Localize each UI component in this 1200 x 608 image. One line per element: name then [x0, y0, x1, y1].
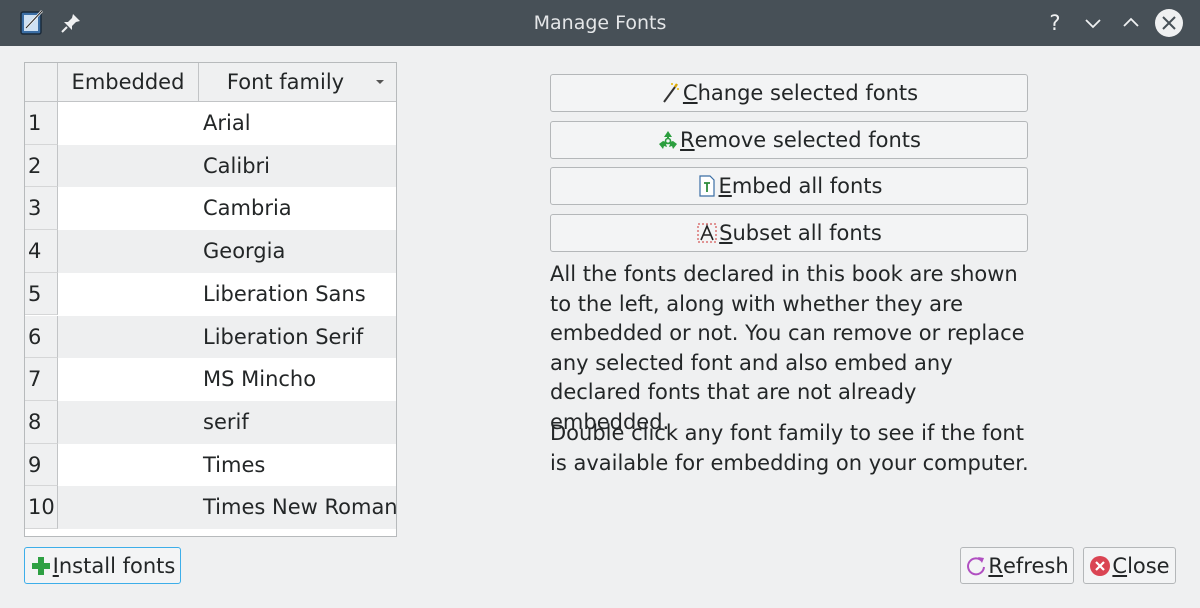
font-family-cell[interactable]: serif [203, 401, 249, 444]
row-number[interactable]: 5 [25, 272, 58, 316]
change-mnemonic: C [682, 81, 698, 105]
close-icon [1162, 16, 1176, 30]
table-row[interactable]: 10 Times New Roman [25, 486, 396, 529]
close-window-button[interactable] [1155, 9, 1183, 37]
description-paragraph-2: Double click any font family to see if t… [550, 421, 1029, 475]
row-number[interactable]: 3 [25, 187, 58, 231]
close-button[interactable]: Close [1083, 547, 1176, 584]
table-row[interactable]: 5 Liberation Sans [25, 272, 396, 316]
close-circle-icon [1089, 554, 1111, 578]
font-family-cell[interactable]: Georgia [203, 230, 285, 273]
refresh-label: efresh [1002, 553, 1069, 578]
embed-all-fonts-button[interactable]: Embed all fonts [550, 167, 1028, 205]
font-file-icon [696, 174, 718, 198]
window-titlebar: Manage Fonts ? [0, 0, 1200, 46]
close-label: lose [1127, 553, 1170, 578]
recycle-icon [657, 128, 679, 152]
fonts-table[interactable]: Embedded Font family 1 Arial 2 Calibri 3… [24, 62, 397, 537]
help-button[interactable]: ? [1040, 8, 1070, 38]
window-title: Manage Fonts [533, 12, 667, 34]
table-row[interactable]: 8 serif [25, 400, 396, 444]
row-number[interactable]: 4 [25, 230, 58, 273]
description-paragraph-1: All the fonts declared in this book are … [550, 262, 1025, 434]
embed-mnemonic: E [718, 174, 732, 198]
row-number[interactable]: 8 [25, 400, 58, 444]
font-family-cell[interactable]: Times New Roman [203, 486, 396, 529]
table-row[interactable]: 2 Calibri [25, 144, 396, 188]
subset-label: ubset all fonts [732, 221, 882, 245]
remove-label: emove selected fonts [694, 128, 921, 152]
change-label: hange selected fonts [697, 81, 919, 105]
remove-selected-fonts-button[interactable]: Remove selected fonts [550, 121, 1028, 159]
font-family-cell[interactable]: Times [203, 444, 265, 487]
table-row[interactable]: 9 Times [25, 443, 396, 487]
chevron-down-icon [1085, 19, 1101, 29]
row-number[interactable]: 1 [25, 102, 58, 145]
column-header-embedded[interactable]: Embedded [58, 63, 199, 102]
refresh-button[interactable]: Refresh [960, 547, 1074, 584]
row-number[interactable]: 2 [25, 144, 58, 188]
table-header: Embedded Font family [25, 63, 396, 102]
plus-icon [30, 554, 52, 578]
minimize-button[interactable] [1078, 8, 1108, 38]
refresh-mnemonic: R [988, 553, 1003, 578]
row-number[interactable]: 7 [25, 358, 58, 401]
install-label: nstall fonts [58, 553, 176, 578]
close-mnemonic: C [1112, 553, 1128, 578]
change-selected-fonts-button[interactable]: Change selected fonts [550, 74, 1028, 112]
table-row[interactable]: 1 Arial [25, 102, 396, 145]
chevron-up-icon [1123, 17, 1139, 27]
maximize-button[interactable] [1116, 8, 1146, 38]
subset-mnemonic: S [719, 221, 733, 245]
font-family-cell[interactable]: Liberation Sans [203, 273, 366, 316]
column-header-font-family-label: Font family [226, 70, 345, 94]
font-family-cell[interactable]: Calibri [203, 145, 270, 188]
subset-all-fonts-button[interactable]: Subset all fonts [550, 214, 1028, 252]
install-fonts-button[interactable]: Install fonts [24, 547, 181, 584]
embed-label: mbed all fonts [731, 174, 883, 198]
magic-wand-icon [660, 81, 682, 105]
table-corner[interactable] [25, 63, 58, 102]
font-family-cell[interactable]: Cambria [203, 187, 292, 230]
font-family-cell[interactable]: MS Mincho [203, 358, 316, 401]
table-row[interactable]: 4 Georgia [25, 230, 396, 273]
column-header-font-family[interactable]: Font family [199, 63, 396, 102]
table-row[interactable]: 6 Liberation Serif [25, 315, 396, 359]
row-number[interactable]: 10 [25, 486, 58, 529]
font-family-cell[interactable]: Arial [203, 102, 251, 145]
subset-font-icon [696, 221, 718, 245]
font-family-cell[interactable]: Liberation Serif [203, 316, 363, 359]
help-icon: ? [1049, 11, 1061, 35]
table-row[interactable]: 3 Cambria [25, 187, 396, 231]
table-row[interactable]: 7 MS Mincho [25, 358, 396, 401]
refresh-icon [965, 554, 987, 578]
row-number[interactable]: 9 [25, 443, 58, 487]
remove-mnemonic: R [680, 128, 695, 152]
row-number[interactable]: 6 [25, 315, 58, 359]
sort-indicator-icon [376, 80, 384, 84]
